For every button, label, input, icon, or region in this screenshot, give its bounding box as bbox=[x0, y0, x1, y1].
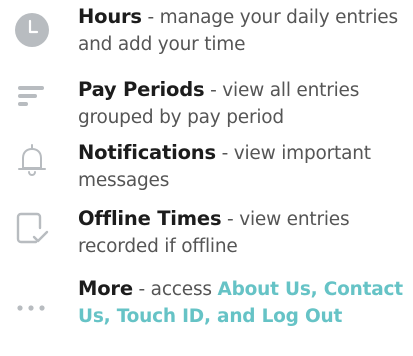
item-description: - access bbox=[132, 279, 218, 300]
bell-icon bbox=[14, 142, 50, 178]
clock-icon bbox=[14, 12, 50, 48]
item-title: Notifications bbox=[78, 141, 216, 164]
item-title: Pay Periods bbox=[78, 78, 205, 101]
item-title: Offline Times bbox=[78, 207, 222, 230]
item-title: More bbox=[78, 277, 133, 300]
filter-lines-icon bbox=[14, 82, 50, 118]
offline-check-icon bbox=[14, 210, 50, 246]
item-title: Hours bbox=[78, 5, 142, 28]
more-dots-icon bbox=[14, 290, 50, 326]
